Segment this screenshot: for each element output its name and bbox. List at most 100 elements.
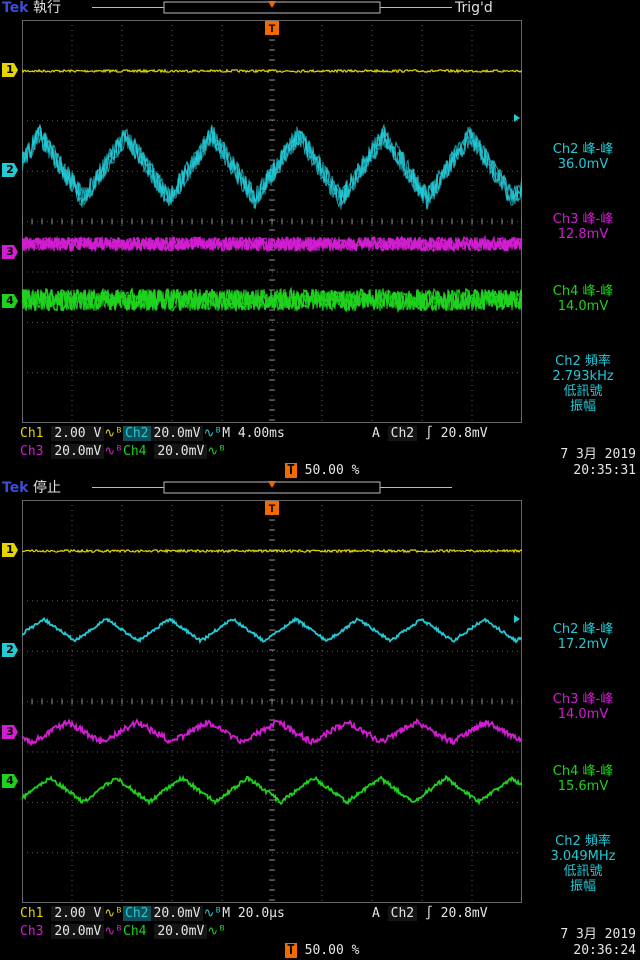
rising-edge-icon: ∫	[417, 426, 441, 441]
bandwidth-limit-icon: ∿ᴮ	[207, 924, 227, 939]
ch2-label[interactable]: Ch2	[123, 906, 151, 921]
ch3-scale[interactable]: 20.0mV	[51, 924, 105, 939]
measurement-1[interactable]: Ch2 峰-峰 36.0mV	[528, 142, 638, 172]
trigger-mode[interactable]: A	[372, 426, 380, 441]
measurement-value: 17.2mV	[557, 637, 609, 652]
measurement-value: 15.6mV	[557, 779, 609, 794]
ch1-ground-marker[interactable]: 1	[2, 63, 18, 77]
ch3-ch4-row: Ch3 20.0mV ∿ᴮCh4 20.0mV ∿ᴮ	[20, 923, 226, 940]
trigger-mode[interactable]: A	[372, 906, 380, 921]
measurement-title: Ch3 峰-峰	[552, 212, 614, 227]
acq-state: 執行	[32, 0, 61, 16]
ch1-ground-marker[interactable]: 1	[2, 543, 18, 557]
measurement-4[interactable]: Ch2 頻率 2.793kHz 低訊號 振幅	[528, 354, 638, 414]
ch1-ch2-row: Ch1 2.00 V ∿ᴮ Ch2 20.0mV ∿ᴮM 4.00ms	[20, 425, 285, 442]
date: 7 3月 2019	[560, 927, 636, 942]
ch1-ch2-row: Ch1 2.00 V ∿ᴮ Ch2 20.0mV ∿ᴮM 20.0µs	[20, 905, 285, 922]
record-length-bar	[92, 1, 452, 14]
trigger-row: A Ch2 ∫ 20.8mV	[372, 425, 488, 442]
trigger-marker-icon[interactable]: T	[265, 21, 279, 35]
tek-logo: Tek	[2, 0, 29, 16]
trigger-position[interactable]: T 50.00 %	[285, 462, 359, 479]
measurement-note: 振幅	[569, 879, 596, 894]
tek-logo: Tek	[2, 480, 29, 496]
measurement-title: Ch4 峰-峰	[552, 284, 614, 299]
measurement-value: 14.0mV	[557, 299, 609, 314]
ch4-ground-marker[interactable]: 4	[2, 774, 18, 788]
bandwidth-limit-icon: ∿ᴮ	[104, 924, 124, 939]
ch3-ch4-row: Ch3 20.0mV ∿ᴮCh4 20.0mV ∿ᴮ	[20, 443, 226, 460]
record-trigger-icon	[268, 1, 276, 8]
timebase[interactable]: M 4.00ms	[222, 426, 285, 441]
trigger-status: Trig'd	[455, 0, 493, 16]
date: 7 3月 2019	[560, 447, 636, 462]
status-header: Tek 停止	[2, 480, 61, 496]
ch3-label[interactable]: Ch3	[20, 924, 43, 939]
ch2-ground-marker[interactable]: 2	[2, 643, 18, 657]
trigger-level[interactable]: 20.8mV	[441, 426, 488, 441]
trigger-position-value: 50.00 %	[304, 463, 360, 478]
measurement-value: 36.0mV	[557, 157, 609, 172]
ch3-label[interactable]: Ch3	[20, 444, 43, 459]
ch4-scale[interactable]: 20.0mV	[154, 444, 208, 459]
record-length-bar	[92, 481, 452, 494]
trigger-level[interactable]: 20.8mV	[441, 906, 488, 921]
measurement-value: 3.049MHz	[550, 849, 616, 864]
ch2-scale[interactable]: 20.0mV	[150, 426, 204, 441]
ch4-ground-marker[interactable]: 4	[2, 294, 18, 308]
status-header: Tek 執行	[2, 0, 61, 16]
waveform-graticule: T	[22, 20, 522, 423]
measurement-value: 12.8mV	[557, 227, 609, 242]
bandwidth-limit-icon: ∿ᴮ	[104, 426, 124, 441]
ch1-label[interactable]: Ch1	[20, 426, 43, 441]
measurement-3[interactable]: Ch4 峰-峰 15.6mV	[528, 764, 638, 794]
measurement-title: Ch2 頻率	[555, 354, 611, 369]
trigger-row: A Ch2 ∫ 20.8mV	[372, 905, 488, 922]
measurement-3[interactable]: Ch4 峰-峰 14.0mV	[528, 284, 638, 314]
measurement-title: Ch2 頻率	[555, 834, 611, 849]
measurement-note: 低訊號	[563, 864, 603, 879]
ch1-scale[interactable]: 2.00 V	[51, 906, 105, 921]
ch4-label[interactable]: Ch4	[123, 924, 146, 939]
trigger-position-value: 50.00 %	[304, 943, 360, 958]
measurement-title: Ch4 峰-峰	[552, 764, 614, 779]
waveform-graticule: T	[22, 500, 522, 903]
bandwidth-limit-icon: ∿ᴮ	[203, 426, 223, 441]
time: 20:35:31	[573, 463, 636, 478]
ch2-ground-marker[interactable]: 2	[2, 163, 18, 177]
bandwidth-limit-icon: ∿ᴮ	[104, 906, 124, 921]
measurement-1[interactable]: Ch2 峰-峰 17.2mV	[528, 622, 638, 652]
svg-text:T: T	[269, 503, 276, 515]
time: 20:36:24	[573, 943, 636, 958]
ch2-scale[interactable]: 20.0mV	[150, 906, 204, 921]
ch3-ground-marker[interactable]: 3	[2, 725, 18, 739]
trigger-position[interactable]: T 50.00 %	[285, 942, 359, 959]
measurement-2[interactable]: Ch3 峰-峰 14.0mV	[528, 692, 638, 722]
trigger-source[interactable]: Ch2	[387, 906, 418, 921]
measurement-note: 振幅	[569, 399, 596, 414]
ch2-label[interactable]: Ch2	[123, 426, 151, 441]
ch4-label[interactable]: Ch4	[123, 444, 146, 459]
trigger-source[interactable]: Ch2	[387, 426, 418, 441]
trigger-marker-icon: T	[285, 943, 297, 958]
ch3-ground-marker[interactable]: 3	[2, 245, 18, 259]
rising-edge-icon: ∫	[417, 906, 441, 921]
ch1-label[interactable]: Ch1	[20, 906, 43, 921]
measurement-value: 14.0mV	[557, 707, 609, 722]
measurement-title: Ch3 峰-峰	[552, 692, 614, 707]
svg-text:T: T	[269, 23, 276, 35]
scope-screen-top: Tek 執行 Trig'd T 1 2 3 4 Ch2 峰-峰 36.0mV Ch3 峰-…	[0, 0, 640, 480]
measurement-value: 2.793kHz	[552, 369, 614, 384]
measurement-2[interactable]: Ch3 峰-峰 12.8mV	[528, 212, 638, 242]
timebase[interactable]: M 20.0µs	[222, 906, 285, 921]
record-trigger-icon	[268, 481, 276, 488]
bandwidth-limit-icon: ∿ᴮ	[104, 444, 124, 459]
ch3-scale[interactable]: 20.0mV	[51, 444, 105, 459]
ch1-scale[interactable]: 2.00 V	[51, 426, 105, 441]
scope-screen-bottom: Tek 停止 T 1 2 3 4 Ch2 峰-峰 17.2mV Ch3 峰-峰 14.0mV…	[0, 480, 640, 960]
measurement-4[interactable]: Ch2 頻率 3.049MHz 低訊號 振幅	[528, 834, 638, 894]
acq-state: 停止	[32, 480, 61, 496]
trigger-marker-icon[interactable]: T	[265, 501, 279, 515]
ch4-scale[interactable]: 20.0mV	[154, 924, 208, 939]
trigger-marker-icon: T	[285, 463, 297, 478]
